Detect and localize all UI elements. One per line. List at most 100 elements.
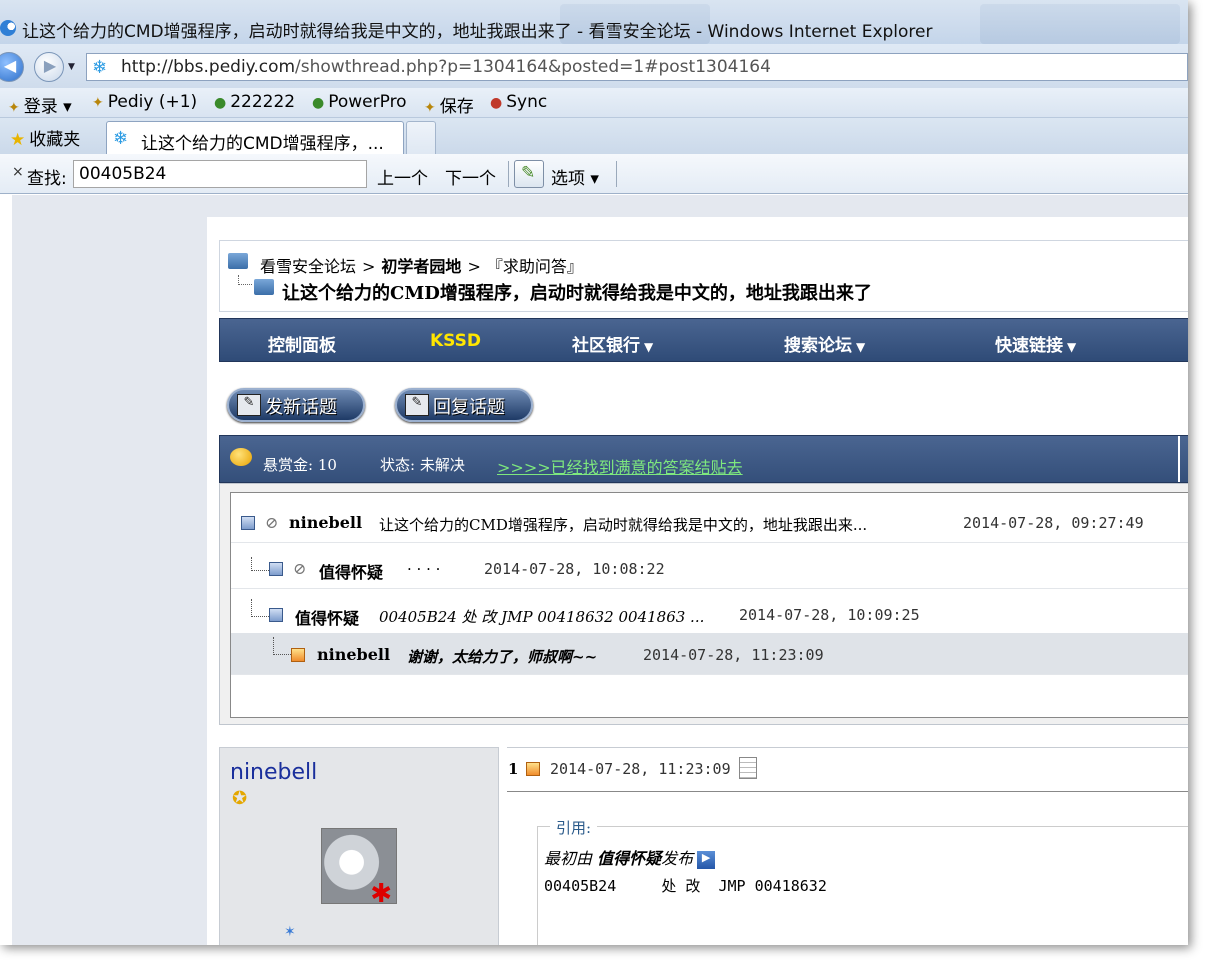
new-post-icon [291,648,305,662]
find-options-button[interactable]: 选项 ▾ [551,164,599,189]
breadcrumb-subsection[interactable]: 『求助问答』 [487,257,583,276]
arrow-left-icon: ◀ [3,56,17,75]
list-item[interactable]: 值得怀疑 00405B24 处 改 JMP 00418632 0041863 .… [231,593,1188,635]
site-favicon-icon: ❄ [92,57,108,78]
back-button[interactable]: ◀ [0,52,24,82]
view-post-icon[interactable]: ▶ [697,850,716,869]
browser-window: 让这个给力的CMD增强程序，启动时就得给我是中文的，地址我跟出来了 - 看雪安全… [0,0,1188,945]
forward-button[interactable]: ▶ [34,52,64,82]
list-item[interactable]: ⊘ 值得怀疑 · · · · 2014-07-28, 10:08:22 [231,547,1188,589]
thread-tree-list: ⊘ ninebell 让这个给力的CMD增强程序，启动时就得给我是中文的，地址我… [230,492,1188,718]
breadcrumb-forum[interactable]: 看雪安全论坛 [260,257,356,276]
bookmark-icon: ● [312,95,325,111]
forum-nav-menu: 控制面板 KSSD 社区银行 ▼ 搜索论坛 ▼ 快速链接 ▼ [219,318,1188,362]
tree-connector [238,275,252,285]
favorites-link-powerpro[interactable]: ● PowerPro [312,92,407,112]
key-icon: ✦ [8,100,20,116]
tab-bar: ★ 收藏夹 ❄ 让这个给力的CMD增强程序，... [0,118,1188,154]
breadcrumb-path: 看雪安全论坛 > 初学者园地 > 『求助问答』 [260,257,583,276]
rank-star-icon: ✪ [232,788,248,809]
menu-bank[interactable]: 社区银行 ▼ [572,331,653,356]
post-number[interactable]: 1 [508,760,518,778]
tree-connector [273,637,291,655]
divider [1178,436,1180,482]
menu-kssd[interactable]: KSSD [430,331,481,351]
thread-tree: ⊘ ninebell 让这个给力的CMD增强程序，启动时就得给我是中文的，地址我… [219,483,1188,725]
attachment-icon: ⊘ [293,559,307,578]
breadcrumb-section[interactable]: 初学者园地 [381,257,461,276]
history-dropdown-icon[interactable]: ▼ [68,62,75,72]
address-bar[interactable]: ❄ http://bbs.pediy.com/showthread.php?p=… [86,53,1188,81]
document-icon[interactable] [739,757,757,779]
site-favicon-icon: ❄ [113,128,129,149]
edit-icon: ✎ [237,394,261,416]
rank-badge-icon: ✶ [284,924,296,940]
tree-connector [251,599,269,617]
chevron-down-icon: ▼ [1067,340,1077,354]
pencil-icon: ✎ [521,163,536,183]
favorites-link-sync[interactable]: ● Sync [490,92,547,112]
breadcrumb: 看雪安全论坛 > 初学者园地 > 『求助问答』 让这个给力的CMD增强程序，启动时就得给… [219,240,1188,312]
favorites-link-pediy[interactable]: ✦ Pediy (+1) [92,92,197,112]
title-bar: 让这个给力的CMD增强程序，启动时就得给我是中文的，地址我跟出来了 - 看雪安全… [0,0,1188,44]
url-text[interactable]: http://bbs.pediy.com/showthread.php?p=13… [121,57,771,77]
list-item-current[interactable]: ninebell 谢谢，太给力了，师叔啊~~ 2014-07-28, 11:23… [231,633,1188,675]
star-icon: ★ [10,130,26,150]
highlight-button[interactable]: ✎ [514,160,544,188]
chevron-down-icon: ▼ [644,340,654,354]
quote-text: 00405B24 处 改 JMP 00418632 [544,877,827,895]
favorites-link-222222[interactable]: ● 222222 [214,92,295,112]
post-icon [241,516,255,530]
tree-connector [251,557,269,571]
favorites-link-save[interactable]: ✦ 保存 [424,92,474,117]
avatar-mark-icon: ✱ [370,879,392,904]
new-tab-button[interactable] [406,121,436,154]
find-label: 查找: [27,169,67,189]
pediy-icon: ✦ [92,95,104,111]
window-title: 让这个给力的CMD增强程序，启动时就得给我是中文的，地址我跟出来了 - 看雪安全… [22,22,933,42]
new-topic-button[interactable]: ✎ 发新话题 [227,388,365,422]
post-body: 1 2014-07-28, 11:23:09 引用: 最初由 值得怀疑发布 ▶ 0… [507,747,1188,945]
reward-amount: 悬赏金: 10 [263,456,337,474]
folder-open-icon [254,279,274,295]
reply-button[interactable]: ✎ 回复话题 [395,388,533,422]
menu-search[interactable]: 搜索论坛 ▼ [784,331,865,356]
post-date: 2014-07-28, 11:23:09 [550,760,731,778]
folder-icon [228,253,248,269]
close-icon[interactable]: × [12,164,24,180]
sync-icon: ● [490,95,503,111]
reply-icon: ✎ [405,394,429,416]
arrow-right-icon: ▶ [43,56,57,75]
post-user-panel: ninebell ✪ ✱ ✶ [219,747,499,945]
find-next-button[interactable]: 下一个 [445,164,496,189]
page-viewport[interactable]: 看雪安全论坛 > 初学者园地 > 『求助问答』 让这个给力的CMD增强程序，启动时就得给… [12,195,1188,945]
attachment-icon: ⊘ [265,513,279,532]
find-bar: × 查找: 上一个 下一个 ✎ 选项 ▾ [0,154,1188,194]
divider [616,161,617,187]
quote-label: 引用: [550,817,598,838]
list-item[interactable]: ⊘ ninebell 让这个给力的CMD增强程序，启动时就得给我是中文的，地址我… [231,501,1188,543]
divider [508,161,509,187]
thread-title: 让这个给力的CMD增强程序，启动时就得给我是中文的，地址我跟出来了 [282,283,872,304]
reward-status-bar: 悬赏金: 10 状态: 未解决 >>>>已经找到满意的答案结贴去 [219,435,1188,483]
coins-icon [230,448,252,466]
poster-name[interactable]: ninebell [230,760,317,785]
avatar: ✱ [321,828,397,904]
favorites-link-login[interactable]: ✦ 登录 ▾ [8,92,72,117]
menu-quick-links[interactable]: 快速链接 ▼ [995,331,1076,356]
navigation-bar: ◀ ▶ ▼ ❄ http://bbs.pediy.com/showthread.… [0,44,1188,88]
menu-control-panel[interactable]: 控制面板 [268,331,336,356]
favorites-bar: ✦ 登录 ▾ ✦ Pediy (+1) ● 222222 ● PowerPro ✦ 保存 … [0,88,1188,118]
find-input[interactable] [73,160,367,188]
quote-attribution: 最初由 值得怀疑发布 ▶ [544,845,716,869]
favorites-button[interactable]: ★ 收藏夹 [10,125,80,150]
post-icon [269,608,283,622]
new-post-icon [526,762,540,776]
post-header: 1 2014-07-28, 11:23:09 [507,748,1188,792]
post: ninebell ✪ ✱ ✶ 1 2014-07-28, 11:23:09 引用… [219,747,1188,945]
find-previous-button[interactable]: 上一个 [377,164,428,189]
close-thread-link[interactable]: >>>>已经找到满意的答案结贴去 [497,454,743,478]
quote-block: 引用: 最初由 值得怀疑发布 ▶ 00405B24 处 改 JMP 0041863… [537,817,1188,945]
tab-active[interactable]: ❄ 让这个给力的CMD增强程序，... [106,121,404,154]
chevron-down-icon: ▼ [856,340,866,354]
